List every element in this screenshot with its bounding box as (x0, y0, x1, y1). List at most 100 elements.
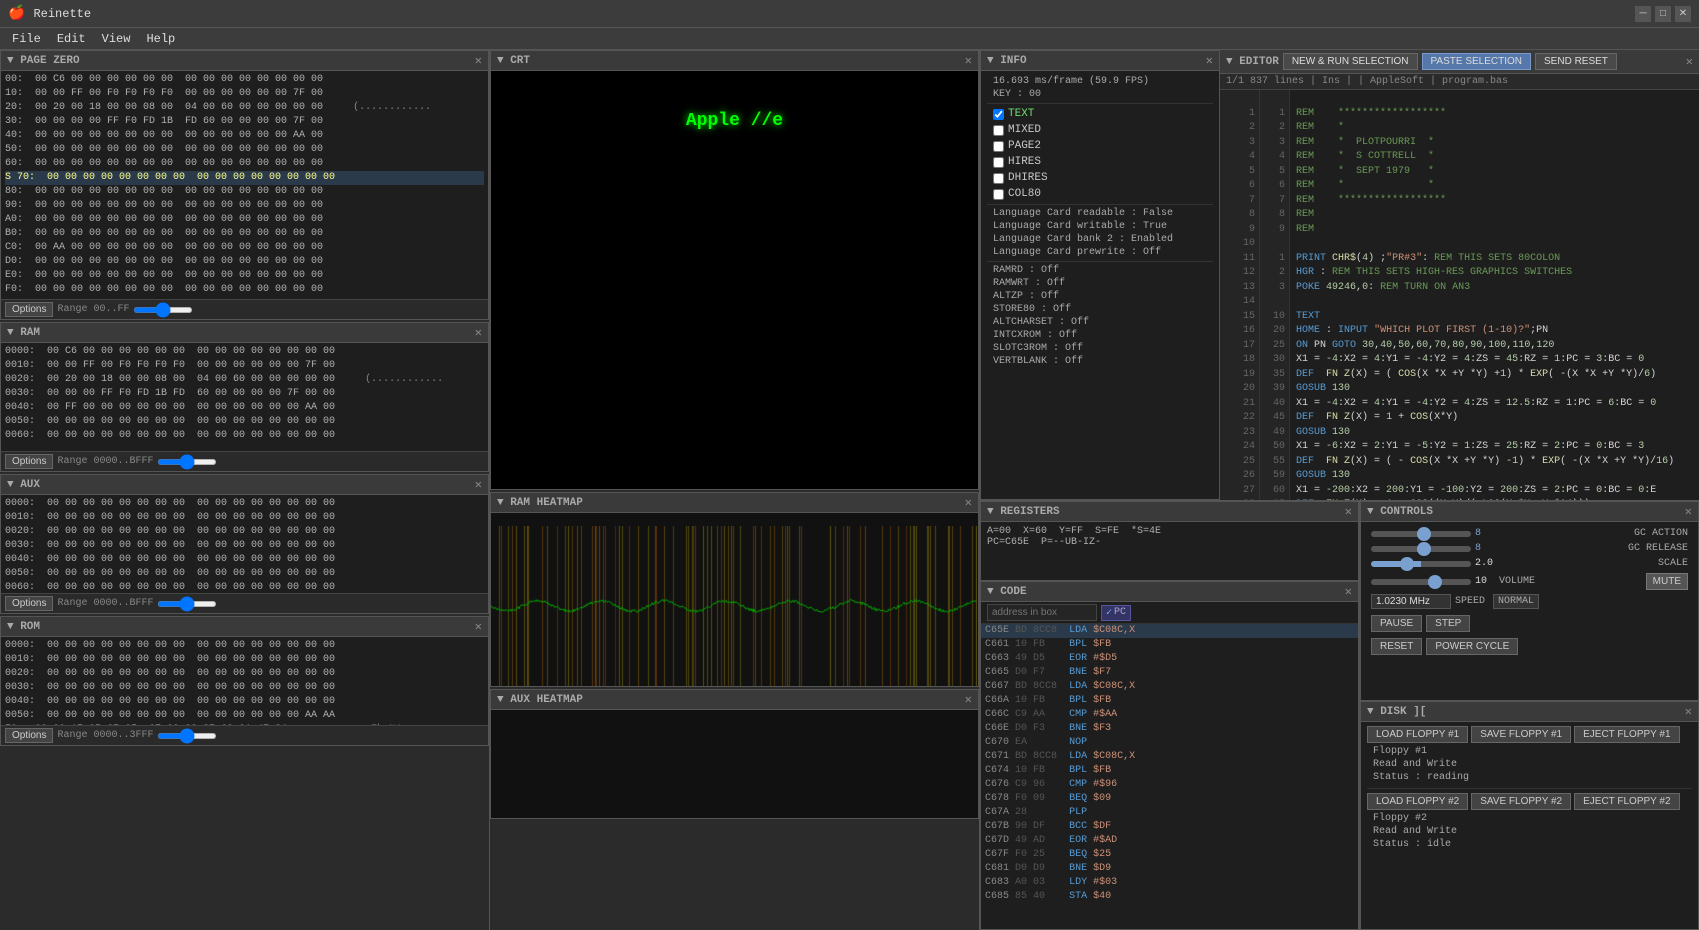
volume-row: 10 VOLUME MUTE (1365, 571, 1694, 592)
hires-checkbox[interactable] (993, 157, 1004, 168)
hex-line: 90: 00 00 00 00 00 00 00 00 00 00 00 00 … (5, 199, 484, 213)
pc-badge: ✓ PC (1101, 605, 1131, 621)
gc-release-label: GC RELEASE (1628, 543, 1688, 554)
hex-line: 0030: 00 00 00 00 00 00 00 00 00 00 00 0… (5, 539, 484, 553)
menu-file[interactable]: File (4, 30, 49, 48)
paste-selection-btn[interactable]: PASTE SELECTION (1422, 53, 1532, 70)
load-floppy2-btn[interactable]: LOAD FLOPPY #2 (1367, 793, 1468, 810)
load-floppy1-btn[interactable]: LOAD FLOPPY #1 (1367, 726, 1468, 743)
hex-line: 0020: 00 20 00 18 00 00 08 00 04 00 60 0… (5, 373, 484, 387)
aux-heatmap-close[interactable]: ✕ (965, 694, 972, 706)
hex-line: 0000: 00 C6 00 00 00 00 00 00 00 00 00 0… (5, 345, 484, 359)
scale-label: SCALE (1658, 558, 1688, 569)
volume-value: 10 (1475, 576, 1495, 587)
left-column: ▼ PAGE ZERO ✕ 00: 00 C6 00 00 00 00 00 0… (0, 50, 490, 930)
switch-altzp: ALTZP : Off (987, 290, 1213, 303)
registers-close[interactable]: ✕ (1345, 506, 1352, 518)
disk-close[interactable]: ✕ (1685, 706, 1692, 718)
ram-heatmap-panel: ▼ RAM HEATMAP ✕ (490, 492, 979, 687)
power-cycle-btn[interactable]: POWER CYCLE (1426, 638, 1518, 655)
switch-ramrd: RAMRD : Off (987, 264, 1213, 277)
gc-action-slider[interactable] (1371, 531, 1471, 537)
code-line: C663 49 D5 EOR #$D5 (981, 652, 1358, 666)
floppy2-status: Status : idle (1367, 838, 1692, 851)
hex-line: 0060: 00 00 00 00 00 00 00 00 00 00 00 0… (5, 581, 484, 593)
normal-badge: NORMAL (1493, 594, 1539, 609)
code-line: C681 D0 D9 BNE $D9 (981, 862, 1358, 876)
controls-disk-col: ▼ CONTROLS ✕ 8 GC ACTION 8 (1360, 501, 1699, 930)
rom-panel: ▼ ROM ✕ 0000: 00 00 00 00 00 00 00 00 00… (0, 616, 489, 746)
hex-line: 30: 00 00 00 00 FF F0 FD 1B FD 60 00 00 … (5, 115, 484, 129)
disk2-buttons: LOAD FLOPPY #2 SAVE FLOPPY #2 EJECT FLOP… (1367, 793, 1692, 810)
scale-slider[interactable] (1371, 561, 1471, 567)
floppy2-label: Floppy #2 (1367, 812, 1692, 825)
page2-checkbox[interactable] (993, 141, 1004, 152)
speed-input[interactable] (1371, 594, 1451, 609)
menu-help[interactable]: Help (138, 30, 183, 48)
editor-toolbar: ▼ EDITOR NEW & RUN SELECTION PASTE SELEC… (1220, 50, 1699, 74)
menu-view[interactable]: View (94, 30, 139, 48)
menu-edit[interactable]: Edit (49, 30, 94, 48)
ram-range-slider[interactable] (157, 459, 217, 465)
eject-floppy1-btn[interactable]: EJECT FLOPPY #1 (1574, 726, 1679, 743)
code-line: C674 10 FB BPL $FB (981, 764, 1358, 778)
close-button[interactable]: ✕ (1675, 6, 1691, 22)
ram-heatmap-close[interactable]: ✕ (965, 497, 972, 509)
info-close[interactable]: ✕ (1206, 55, 1213, 67)
rom-close[interactable]: ✕ (475, 621, 482, 633)
save-floppy2-btn[interactable]: SAVE FLOPPY #2 (1471, 793, 1571, 810)
volume-slider[interactable] (1371, 579, 1471, 585)
mute-btn[interactable]: MUTE (1646, 573, 1688, 590)
col80-label: COL80 (1008, 188, 1041, 200)
pc-check-icon: ✓ (1106, 607, 1112, 619)
dhires-checkbox[interactable] (993, 173, 1004, 184)
page2-mode-row: PAGE2 (987, 138, 1213, 154)
text-checkbox[interactable] (993, 109, 1004, 120)
send-reset-btn[interactable]: SEND RESET (1535, 53, 1617, 70)
aux-options-btn[interactable]: Options (5, 596, 53, 611)
aux-header: ▼ AUX ✕ (1, 475, 488, 495)
minimize-button[interactable]: ─ (1635, 6, 1651, 22)
ram-close[interactable]: ✕ (475, 327, 482, 339)
disk1-buttons: LOAD FLOPPY #1 SAVE FLOPPY #1 EJECT FLOP… (1367, 726, 1692, 743)
speed-row: SPEED NORMAL (1365, 592, 1694, 611)
titlebar: 🍎 Reinette ─ □ ✕ (0, 0, 1699, 28)
code-area[interactable]: REM ****************** REM * REM * PLOTP… (1290, 90, 1699, 500)
page-zero-options-btn[interactable]: Options (5, 302, 53, 317)
maximize-button[interactable]: □ (1655, 6, 1671, 22)
hires-label: HIRES (1008, 156, 1041, 168)
mixed-checkbox[interactable] (993, 125, 1004, 136)
page-zero-range-slider[interactable] (133, 307, 193, 313)
hex-line: 0020: 00 00 00 00 00 00 00 00 00 00 00 0… (5, 667, 484, 681)
controls-close[interactable]: ✕ (1685, 506, 1692, 518)
pause-btn[interactable]: PAUSE (1371, 615, 1422, 632)
aux-title: ▼ AUX (7, 479, 40, 491)
aux-close[interactable]: ✕ (475, 479, 482, 491)
code-close[interactable]: ✕ (1345, 586, 1352, 598)
new-run-selection-btn[interactable]: NEW & RUN SELECTION (1283, 53, 1418, 70)
gc-release-slider[interactable] (1371, 546, 1471, 552)
ram-options-btn[interactable]: Options (5, 454, 53, 469)
step-btn[interactable]: STEP (1426, 615, 1470, 632)
page-zero-close[interactable]: ✕ (475, 55, 482, 67)
hex-line: E0: 00 00 00 00 00 00 00 00 00 00 00 00 … (5, 269, 484, 283)
reset-btn[interactable]: RESET (1371, 638, 1422, 655)
aux-heatmap-canvas (491, 718, 977, 818)
hex-line: 0040: 00 00 00 00 00 00 00 00 00 00 00 0… (5, 553, 484, 567)
disk-title: ▼ DISK ][ (1367, 706, 1426, 718)
page-zero-content: 00: 00 C6 00 00 00 00 00 00 00 00 00 00 … (1, 71, 488, 299)
save-floppy1-btn[interactable]: SAVE FLOPPY #1 (1471, 726, 1571, 743)
rom-range-slider[interactable] (157, 733, 217, 739)
mixed-mode-row: MIXED (987, 122, 1213, 138)
eject-floppy2-btn[interactable]: EJECT FLOPPY #2 (1574, 793, 1679, 810)
col80-checkbox[interactable] (993, 189, 1004, 200)
crt-close[interactable]: ✕ (965, 55, 972, 67)
aux-range-slider[interactable] (157, 601, 217, 607)
floppy1-label: Floppy #1 (1367, 745, 1692, 758)
code-address-input[interactable] (987, 604, 1097, 621)
code-line: C66A 10 FB BPL $FB (981, 694, 1358, 708)
rom-options-btn[interactable]: Options (5, 728, 53, 743)
code-line: C665 D0 F7 BNE $F7 (981, 666, 1358, 680)
editor-close[interactable]: ✕ (1686, 56, 1693, 68)
page-zero-range: Range 00..FF (57, 304, 129, 315)
